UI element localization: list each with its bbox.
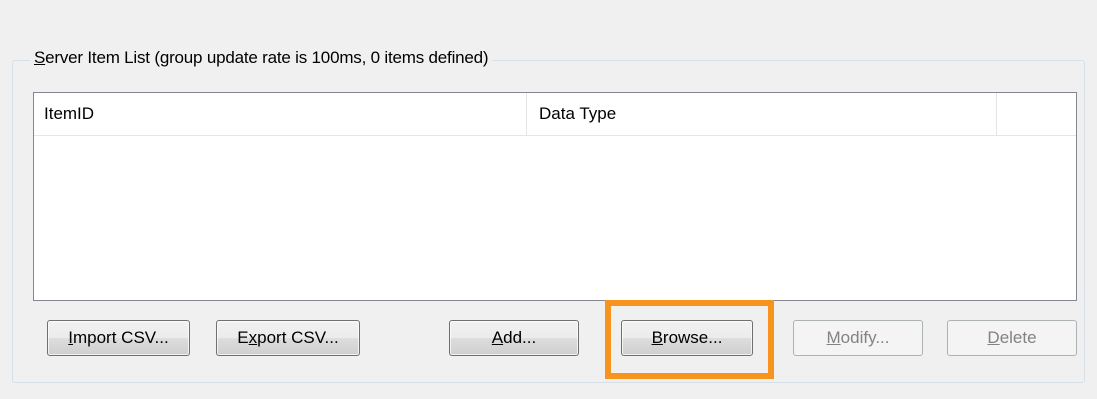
import-csv-label: Import CSV... — [68, 321, 168, 355]
listview-body[interactable] — [34, 136, 1076, 300]
modify-label: Modify... — [827, 321, 890, 355]
import-rest: mport CSV... — [72, 328, 169, 347]
server-item-listview[interactable]: ItemID Data Type — [33, 92, 1077, 301]
browse-label: Browse... — [652, 321, 723, 355]
export-pre: E — [237, 328, 249, 347]
add-label: Add... — [492, 321, 536, 355]
column-header-filler — [997, 93, 1076, 135]
delete-label: Delete — [987, 321, 1036, 355]
export-rest: port CSV... — [257, 328, 339, 347]
add-mnemonic: A — [491, 328, 504, 347]
modify-button[interactable]: Modify... — [793, 320, 923, 356]
browse-button[interactable]: Browse... — [621, 320, 753, 356]
column-header-data-type[interactable]: Data Type — [527, 93, 997, 135]
export-csv-button[interactable]: Export CSV... — [216, 320, 360, 356]
title-text: erver Item List (group update rate is 10… — [45, 48, 489, 67]
modify-mnemonic: M — [826, 328, 841, 347]
add-rest: dd... — [503, 328, 537, 347]
title-mnemonic: S — [34, 48, 46, 67]
browse-rest: rowse... — [662, 328, 723, 347]
import-csv-button[interactable]: Import CSV... — [47, 320, 190, 356]
server-item-list-title: Server Item List (group update rate is 1… — [30, 46, 493, 70]
listview-header: ItemID Data Type — [34, 93, 1076, 136]
browse-mnemonic: B — [651, 328, 663, 347]
add-button[interactable]: Add... — [449, 320, 579, 356]
modify-rest: odify... — [840, 328, 890, 347]
column-header-itemid[interactable]: ItemID — [34, 93, 527, 135]
delete-mnemonic: D — [987, 328, 1000, 347]
export-mnemonic: x — [248, 328, 258, 347]
delete-button[interactable]: Delete — [947, 320, 1077, 356]
delete-rest: elete — [999, 328, 1037, 347]
export-csv-label: Export CSV... — [237, 321, 338, 355]
